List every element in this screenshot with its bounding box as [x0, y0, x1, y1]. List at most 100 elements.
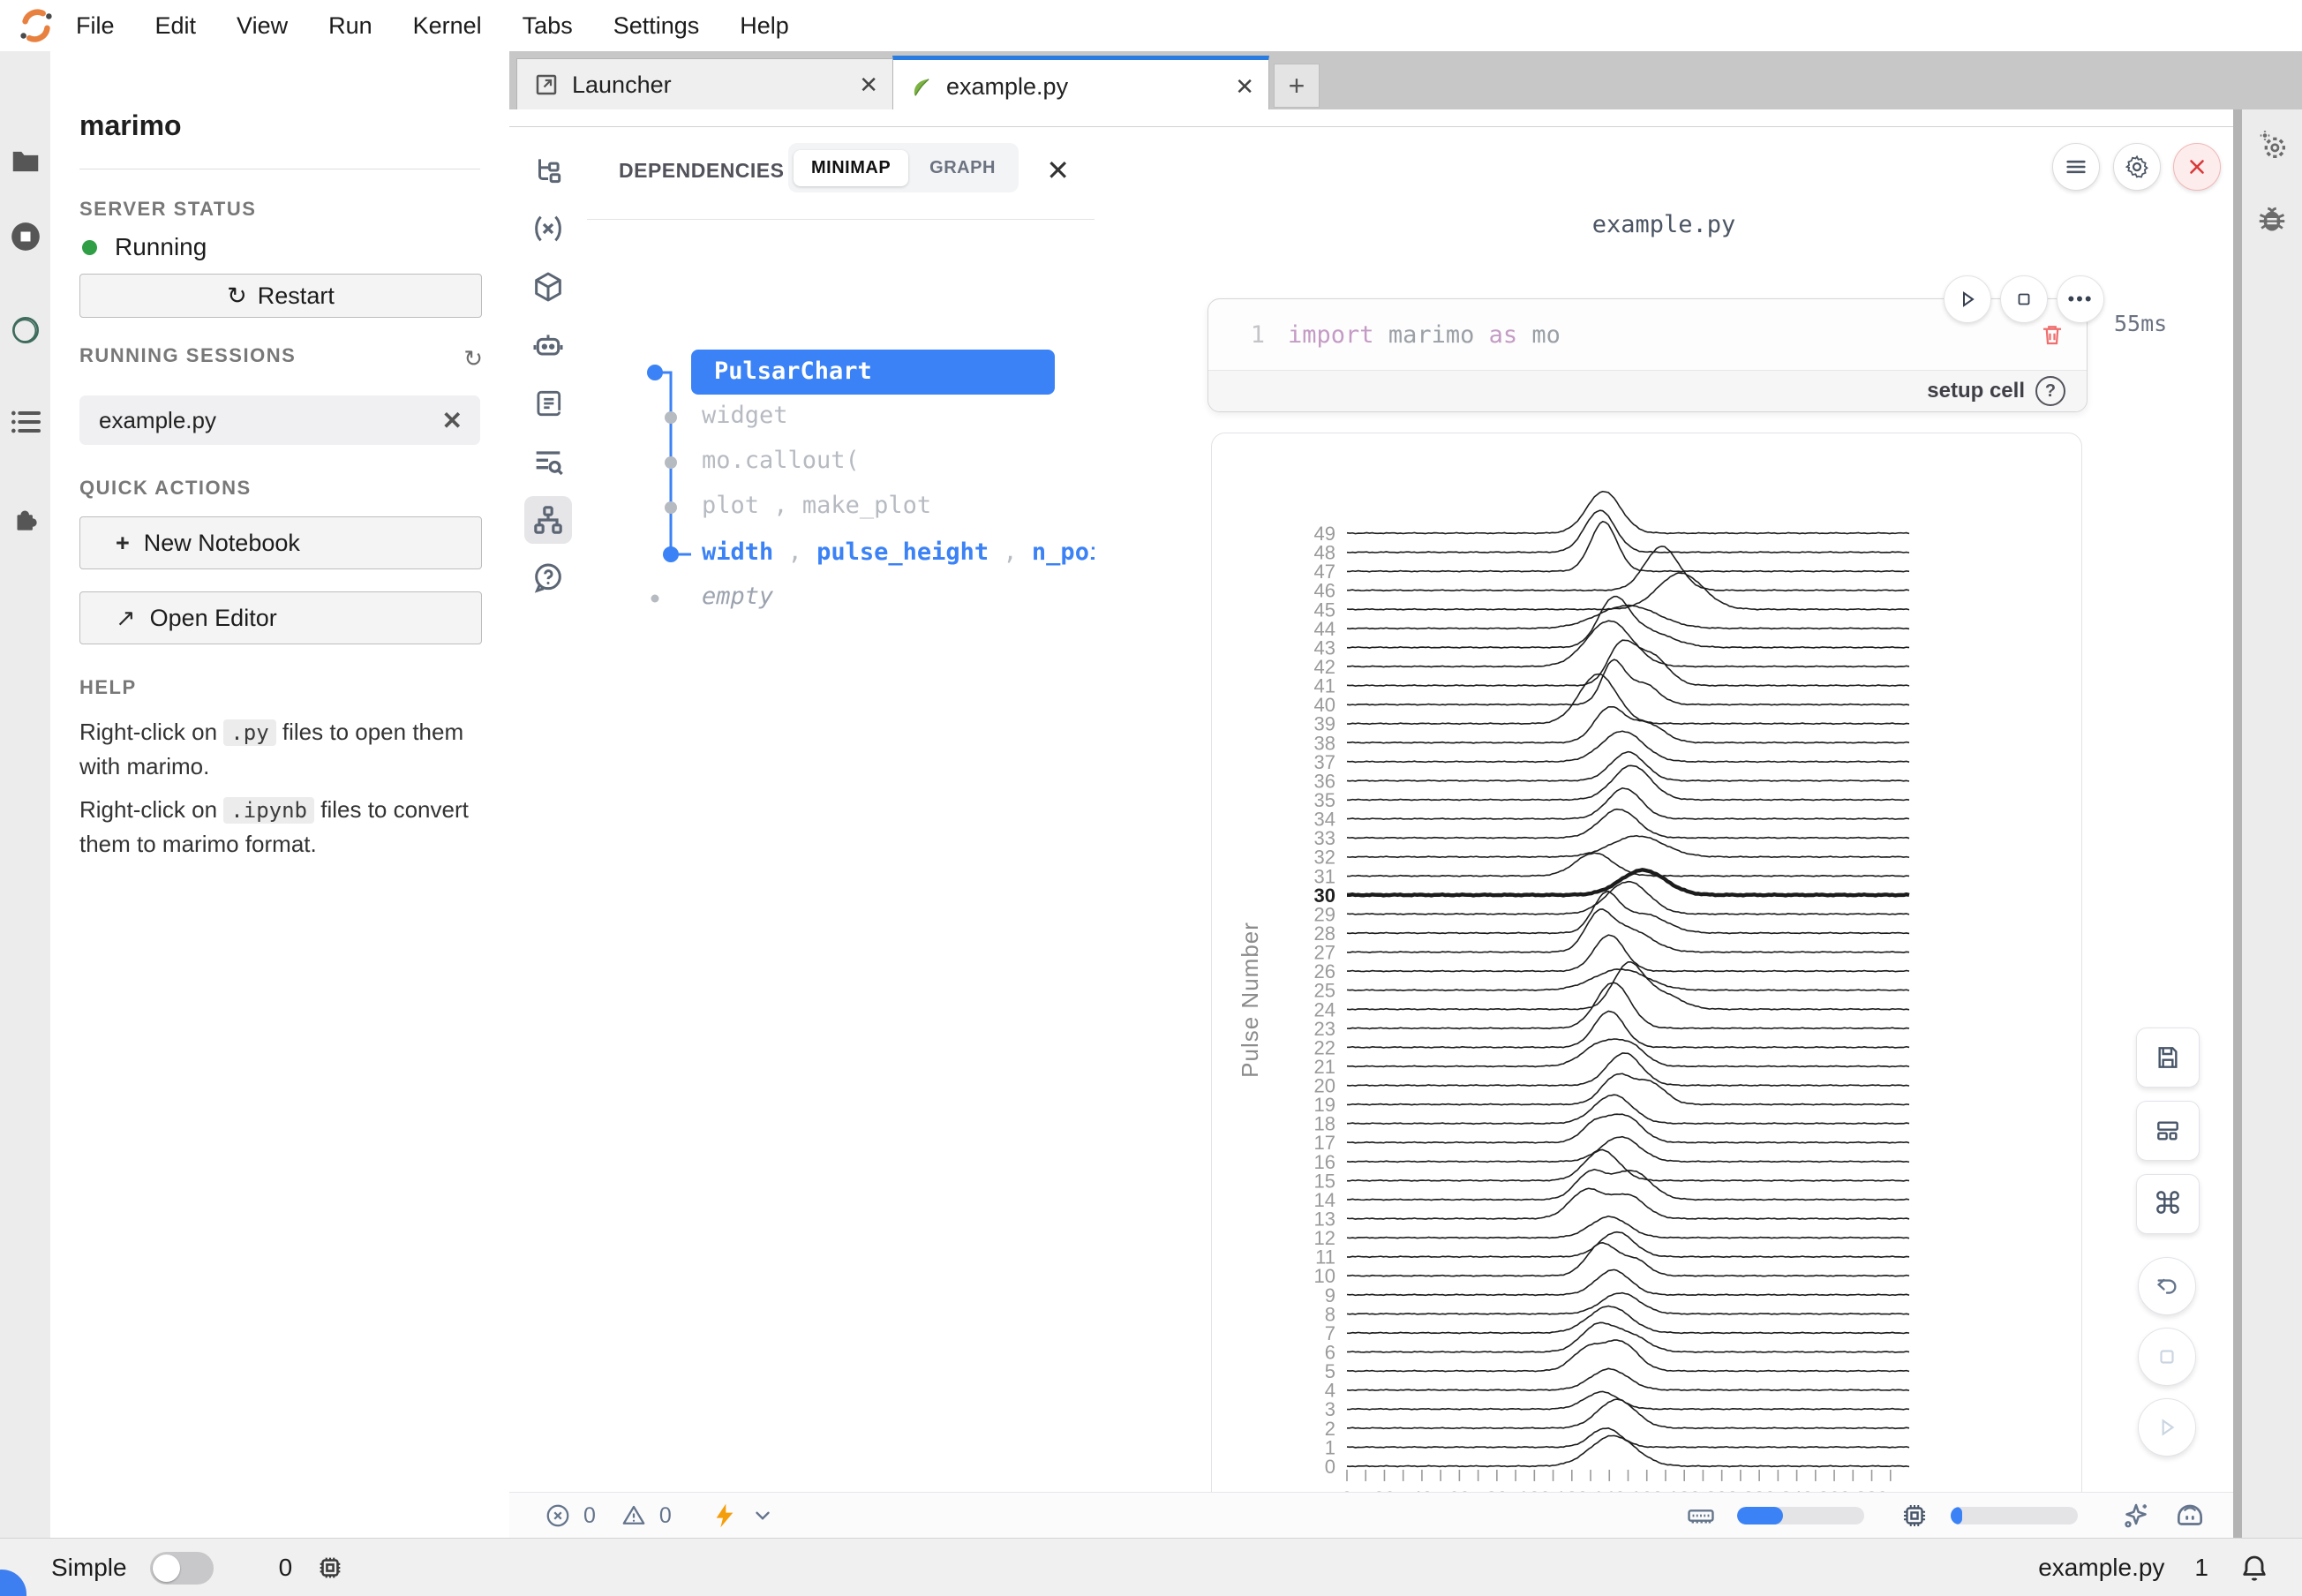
menu-bar: File Edit View Run Kernel Tabs Settings Help: [0, 0, 2302, 52]
chevron-down-icon[interactable]: [751, 1504, 774, 1527]
cpu-meter: [1951, 1507, 2078, 1524]
memory-icon: [1686, 1501, 1716, 1531]
menu-edit[interactable]: Edit: [155, 12, 197, 40]
tab-launcher[interactable]: Launcher ✕: [516, 58, 893, 110]
quick-actions-heading: QUICK ACTIONS: [79, 477, 252, 500]
ipynb-extension-chip: .ipynb: [223, 797, 314, 824]
running-sessions-heading: RUNNING SESSIONS: [79, 344, 296, 367]
menu-tabs[interactable]: Tabs: [523, 12, 573, 40]
dependency-graph-icon[interactable]: [524, 496, 572, 544]
save-button[interactable]: [2136, 1028, 2200, 1088]
interrupt-button[interactable]: [2138, 1328, 2196, 1386]
dep-node-stale[interactable]: plot , make_plot: [702, 492, 931, 519]
bottom-left-group: Simple 0: [51, 1539, 345, 1596]
notebook-settings-button[interactable]: [2113, 143, 2161, 191]
variables-icon[interactable]: [524, 205, 572, 252]
tab-example-py-close-icon[interactable]: ✕: [1235, 73, 1254, 101]
packages-cube-icon[interactable]: [524, 263, 572, 311]
layout-button[interactable]: [2136, 1101, 2200, 1161]
minimap-toggle[interactable]: MINIMAP: [794, 150, 908, 186]
help-paragraph-1: Right-click on .py files to open them wi…: [79, 715, 485, 783]
cell-more-actions-button[interactable]: •••: [2057, 275, 2104, 323]
stop-cell-button[interactable]: [2000, 275, 2048, 323]
ai-sparkle-icon[interactable]: [2120, 1500, 2152, 1532]
dep-node-empty[interactable]: empty: [702, 583, 773, 610]
extensions-puzzle-icon[interactable]: [8, 501, 43, 537]
restart-button[interactable]: ↻ Restart: [79, 274, 482, 318]
dependencies-close-icon[interactable]: ✕: [1046, 154, 1070, 187]
menu-help[interactable]: Help: [740, 12, 789, 40]
notebook-shutdown-button[interactable]: [2173, 143, 2221, 191]
autorun-lightning-icon[interactable]: [711, 1502, 739, 1530]
cell-run-controls: •••: [1944, 275, 2104, 323]
setup-cell-label: setup cell: [1927, 379, 2025, 403]
warning-count: 0: [659, 1503, 672, 1529]
dep-node-stale[interactable]: widget: [702, 402, 788, 429]
run-all-button[interactable]: [2138, 1398, 2196, 1457]
running-kernels-icon[interactable]: [8, 219, 43, 254]
menu-kernel[interactable]: Kernel: [413, 12, 482, 40]
memory-meter: [1737, 1507, 1864, 1524]
setup-cell-help-icon[interactable]: ?: [2035, 376, 2065, 406]
resource-meters: [1686, 1493, 2207, 1539]
delete-cell-icon[interactable]: [2039, 321, 2065, 348]
svg-text:Pulse Number: Pulse Number: [1237, 922, 1263, 1078]
tab-launcher-close-icon[interactable]: ✕: [859, 72, 878, 99]
dep-node-root[interactable]: PulsarChart: [691, 350, 1055, 395]
status-dot: [82, 240, 97, 255]
run-cell-button[interactable]: [1944, 275, 1991, 323]
menu-file[interactable]: File: [76, 12, 115, 40]
refresh-sessions-icon[interactable]: ↻: [463, 346, 483, 373]
server-status-value: Running: [115, 233, 207, 261]
cell-code[interactable]: import marimo as mo: [1288, 321, 2039, 349]
cell-runtime: 55ms: [2114, 311, 2167, 336]
current-file-label: example.py: [2038, 1554, 2164, 1582]
toggle-knob: [153, 1555, 180, 1582]
property-inspector-gears-icon[interactable]: [2254, 127, 2290, 162]
notification-count: 1: [2194, 1554, 2208, 1582]
tab-underband: [509, 109, 2233, 127]
debugger-bug-icon[interactable]: [2254, 202, 2290, 237]
new-tab-button[interactable]: +: [1274, 64, 1320, 108]
warnings-icon: [621, 1502, 647, 1529]
menu-view[interactable]: View: [237, 12, 288, 40]
bottom-status-bar: Simple 0 example.py 1: [0, 1538, 2302, 1596]
copilot-robot-icon[interactable]: [2173, 1499, 2207, 1532]
open-editor-button[interactable]: ↗ Open Editor: [79, 591, 482, 644]
session-item[interactable]: example.py ✕: [79, 395, 480, 445]
simple-mode-toggle[interactable]: [150, 1552, 214, 1585]
marimo-sidebar-icon[interactable]: [8, 312, 43, 348]
right-panel-divider[interactable]: [2233, 109, 2242, 1538]
svg-text:0: 0: [1325, 1456, 1335, 1478]
undo-button[interactable]: [2138, 1257, 2196, 1315]
file-tree-icon[interactable]: [524, 147, 572, 194]
dep-node-active[interactable]: width , pulse_height , n_poi: [702, 538, 1103, 566]
graph-toggle[interactable]: GRAPH: [912, 150, 1013, 186]
plus-icon: +: [116, 530, 130, 557]
command-palette-button[interactable]: ⌘: [2136, 1174, 2200, 1234]
notebook-filename: example.py: [1095, 211, 2233, 238]
new-notebook-button[interactable]: + New Notebook: [79, 516, 482, 569]
view-toggle: MINIMAP GRAPH: [788, 143, 1019, 192]
bottom-right-group: example.py 1: [2038, 1539, 2270, 1596]
left-activity-bar: [0, 51, 51, 1538]
dep-node-stale[interactable]: mo.callout(: [702, 447, 860, 474]
file-browser-icon[interactable]: [8, 144, 43, 179]
table-of-contents-icon[interactable]: [8, 404, 43, 440]
dependencies-panel: DEPENDENCIES MINIMAP GRAPH ✕ PulsarChart…: [587, 127, 1095, 1492]
notebook-menu-button[interactable]: [2052, 143, 2100, 191]
tab-example-py[interactable]: example.py ✕: [892, 56, 1269, 114]
memory-meter-fill: [1737, 1507, 1783, 1524]
menu-run[interactable]: Run: [328, 12, 372, 40]
marimo-logo-icon: [16, 5, 56, 46]
ai-robot-icon[interactable]: [524, 321, 572, 369]
help-bubble-icon[interactable]: [524, 554, 572, 602]
chip-status-icon[interactable]: [315, 1553, 345, 1583]
leaf-icon: [909, 75, 934, 100]
cpu-icon: [1900, 1501, 1930, 1531]
logs-scroll-icon[interactable]: [524, 380, 572, 427]
session-close-icon[interactable]: ✕: [442, 406, 463, 435]
snippets-search-icon[interactable]: [524, 438, 572, 486]
bell-icon[interactable]: [2238, 1552, 2270, 1584]
menu-settings[interactable]: Settings: [613, 12, 700, 40]
